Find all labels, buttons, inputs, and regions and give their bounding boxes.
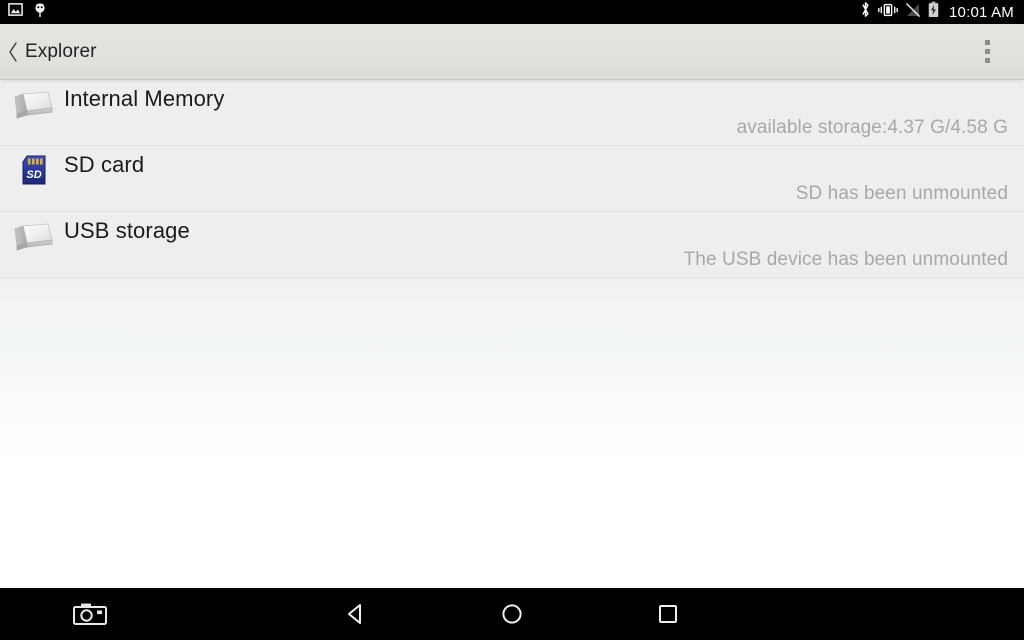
recents-button[interactable] [640, 588, 696, 640]
overflow-menu-icon[interactable] [972, 29, 1002, 75]
list-item-content: USB storage The USB device has been unmo… [56, 212, 1024, 278]
list-item-subtitle: available storage:4.37 G/4.58 G [736, 117, 1008, 138]
list-item-title: Internal Memory [64, 86, 225, 111]
list-item-usb-storage[interactable]: USB storage The USB device has been unmo… [0, 212, 1024, 278]
list-item-title: USB storage [64, 218, 190, 243]
home-button[interactable] [484, 588, 540, 640]
signal-off-icon [905, 2, 921, 23]
list-item-internal-memory[interactable]: Internal Memory available storage:4.37 G… [0, 80, 1024, 146]
drive-icon [12, 80, 56, 146]
list-item-subtitle: SD has been unmounted [795, 183, 1008, 204]
storage-list: Internal Memory available storage:4.37 G… [0, 80, 1024, 588]
svg-text:SD: SD [26, 169, 41, 181]
status-bar-clock: 10:01 AM [949, 3, 1014, 21]
action-bar: Explorer [0, 24, 1024, 80]
status-bar-system-icons: 10:01 AM [860, 1, 1014, 23]
bluetooth-icon [860, 1, 871, 23]
list-item-subtitle: The USB device has been unmounted [683, 249, 1008, 270]
android-debug-icon [33, 2, 47, 23]
status-bar: 10:01 AM [0, 0, 1024, 24]
android-screen: 10:01 AM Explorer Internal Memory availa… [0, 0, 1024, 640]
list-item-title: SD card [64, 152, 145, 177]
list-item-content: Internal Memory available storage:4.37 G… [56, 80, 1024, 146]
page-title: Explorer [25, 40, 97, 62]
screenshot-notification-icon [8, 2, 23, 22]
status-bar-notifications [8, 2, 47, 23]
list-item-sd-card[interactable]: SD SD card SD has been unmounted [0, 146, 1024, 212]
vibrate-icon [878, 2, 898, 23]
sd-card-icon: SD [12, 146, 56, 212]
list-item-content: SD card SD has been unmounted [56, 146, 1024, 212]
battery-charging-icon [928, 1, 939, 23]
drive-icon [12, 212, 56, 278]
back-navigation-icon[interactable] [2, 41, 24, 63]
navigation-bar [0, 588, 1024, 640]
navigation-buttons [0, 588, 1024, 640]
back-button[interactable] [328, 588, 384, 640]
